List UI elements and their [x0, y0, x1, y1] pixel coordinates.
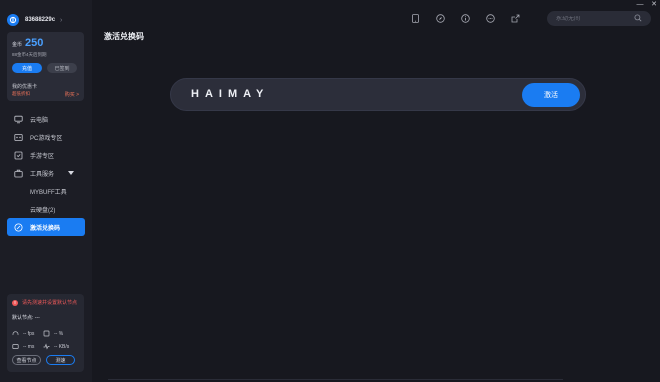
sidebar-item-label: 手游专区 [30, 153, 55, 160]
sidebar-item-label: 激活兑换码 [30, 225, 61, 232]
default-node-label: 默认节点: --- [12, 315, 40, 321]
tablet-icon[interactable] [410, 13, 421, 24]
page-title: 激活兑换码 [104, 32, 144, 41]
user-row[interactable]: 83688229c › [7, 12, 62, 28]
recharge-button[interactable]: 充值 [12, 63, 42, 73]
kbps-value: -- KB/s [54, 343, 70, 350]
node-warning-text: 请先测速并设置默认节点 [22, 300, 78, 306]
gold-card: 金币 250 88金币4天后到期 充值 已签到 我的优惠卡 超低折扣 购买 > [7, 32, 84, 101]
gamepad-icon [14, 133, 23, 141]
redeem-code-box: HAIMAY 激活 [170, 78, 586, 111]
main-panel: 激活兑换码 — ✕ HAIMAY 激活 [92, 0, 660, 382]
redeem-code-input[interactable]: HAIMAY [191, 88, 269, 100]
node-warning: ! 请先测速并设置默认节点 [12, 299, 77, 306]
caret-down-icon[interactable] [68, 171, 74, 175]
monitor-icon [14, 115, 23, 123]
ms-value: -- ms [23, 343, 35, 350]
sidebar-item-label: 工具服务 [30, 171, 55, 178]
fps-stat: -- fps [12, 330, 34, 337]
bandwidth-icon [43, 343, 50, 350]
chat-icon[interactable] [485, 13, 496, 24]
sidebar-item-redeem[interactable]: 激活兑换码 [7, 218, 85, 236]
percent-stat: -- % [43, 330, 63, 337]
minimize-button[interactable]: — [635, 0, 645, 8]
sidebar-item-mobile-games[interactable]: 手游专区 [7, 146, 85, 164]
chevron-right-icon[interactable]: › [60, 17, 62, 24]
sidebar-item-label: PC游戏专区 [30, 135, 63, 142]
sidebar: 83688229c › 金币 250 88金币4天后到期 充值 已签到 我的优惠… [0, 0, 92, 382]
bottom-divider [108, 379, 563, 380]
ms-stat: -- ms [12, 343, 34, 350]
close-button[interactable]: ✕ [649, 0, 659, 8]
sidebar-item-pc-games[interactable]: PC游戏专区 [7, 128, 85, 146]
fps-value: -- fps [23, 330, 35, 337]
coupon-title: 我的优惠卡 [12, 84, 38, 90]
loss-icon [43, 330, 50, 337]
kbps-stat: -- KB/s [43, 343, 69, 350]
info-icon[interactable] [460, 13, 471, 24]
warning-icon: ! [12, 299, 18, 306]
node-card: ! 请先测速并设置默认节点 默认节点: --- -- fps -- % -- m… [7, 294, 84, 372]
toolbox-icon [14, 169, 23, 177]
latency-icon [12, 344, 19, 349]
sidebar-subitem-mybuff[interactable]: MYBUFF工具 [7, 182, 85, 200]
coupon-subtitle: 超低折扣 [12, 91, 30, 96]
search-icon[interactable] [634, 14, 642, 22]
external-link-icon[interactable] [510, 13, 521, 24]
sidebar-item-tools[interactable]: 工具服务 [7, 164, 85, 182]
gauge-icon [12, 331, 19, 336]
sidebar-subitem-cloud-disk[interactable]: 云硬盘(2) [7, 200, 85, 218]
search-bar [547, 11, 651, 26]
user-id: 83688229c [25, 17, 56, 23]
top-toolbar [410, 13, 521, 24]
gold-expiry: 88金币4天后到期 [12, 52, 47, 57]
percent-value: -- % [54, 330, 64, 337]
gold-label: 金币 [12, 42, 23, 48]
check-node-button[interactable]: 查看节点 [12, 355, 41, 365]
mobile-game-icon [14, 151, 23, 159]
redeem-icon [14, 223, 23, 231]
gold-value: 250 [25, 37, 44, 49]
app-logo-icon [7, 14, 19, 26]
speed-test-button[interactable]: 测速 [46, 355, 75, 365]
activate-button[interactable]: 激活 [522, 83, 580, 107]
coupon-buy-link[interactable]: 购买 > [65, 91, 79, 98]
compass-icon[interactable] [435, 13, 446, 24]
sidebar-item-label: 云电脑 [30, 117, 49, 124]
sidebar-nav: 云电脑 PC游戏专区 手游专区 工具服务 MYBUFF工具 云硬盘(2) 激活兑… [7, 110, 85, 236]
signed-in-button[interactable]: 已签到 [47, 63, 77, 73]
search-input[interactable] [556, 15, 616, 22]
sidebar-item-cloud-pc[interactable]: 云电脑 [7, 110, 85, 128]
